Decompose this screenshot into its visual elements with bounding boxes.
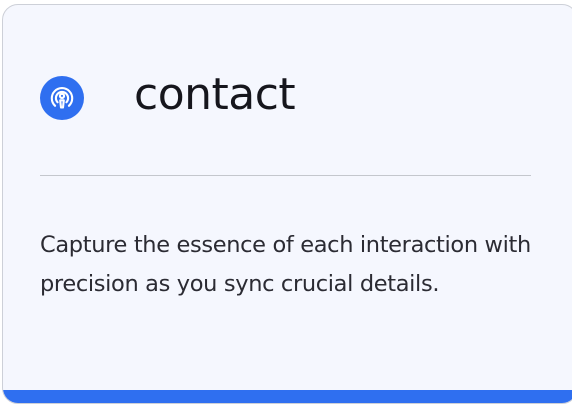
contact-card[interactable]: contact Capture the essence of each inte… xyxy=(2,4,572,404)
card-description: Capture the essence of each interaction … xyxy=(40,232,531,297)
accent-bar xyxy=(3,390,572,403)
podcast-broadcast-icon xyxy=(50,87,74,109)
icon-badge xyxy=(40,76,84,120)
card-header: contact xyxy=(40,69,296,120)
divider xyxy=(40,175,531,176)
card-title: contact xyxy=(134,69,296,120)
